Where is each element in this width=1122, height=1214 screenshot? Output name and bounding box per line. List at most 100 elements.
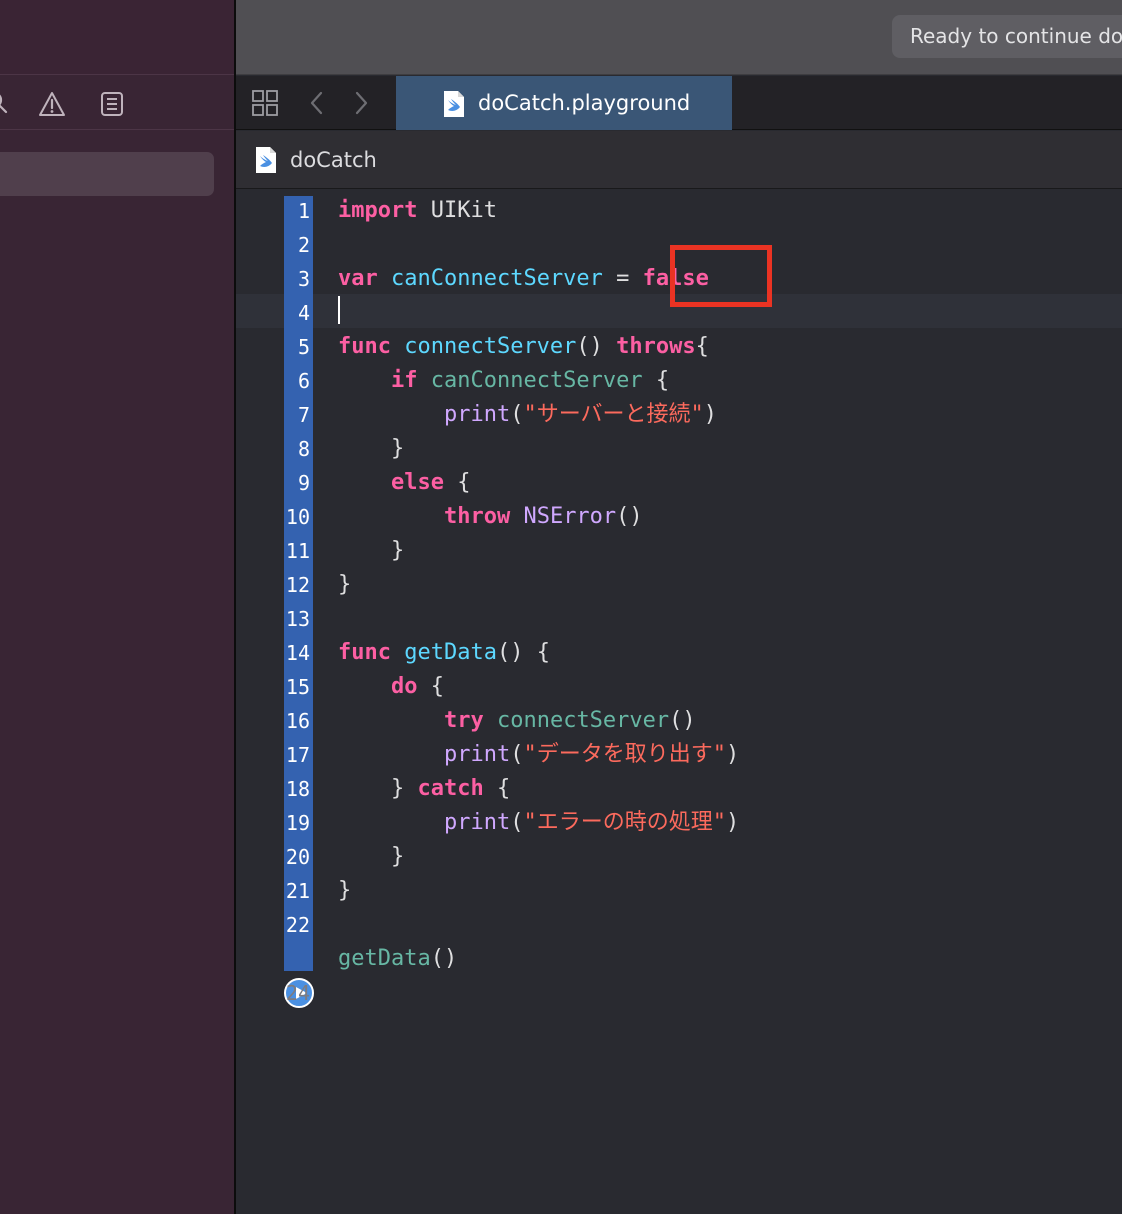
line-number: 3 (297, 267, 310, 291)
line-number: 2 (297, 233, 310, 257)
code-line: } (338, 432, 404, 466)
code-token: } (338, 436, 405, 461)
code-token: () (616, 504, 643, 529)
code-token: else (390, 470, 444, 495)
code-token: do (390, 674, 418, 699)
code-token: = (602, 266, 643, 291)
code-token: print (443, 402, 511, 427)
code-token: throws (616, 334, 696, 359)
code-token: try (443, 708, 484, 733)
code-token: } (338, 776, 418, 801)
chevron-right-icon[interactable] (346, 88, 376, 118)
code-token: { (695, 334, 709, 359)
code-line: else { (338, 466, 470, 500)
code-line: do { (338, 670, 444, 704)
code-line: print("データを取り出す") (338, 738, 739, 772)
line-number: 12 (285, 573, 310, 597)
annotation-highlight-box (670, 245, 772, 307)
tab-bar: doCatch.playground (236, 76, 1122, 130)
code-token: connectServer (404, 334, 577, 359)
code-token: } (338, 878, 352, 903)
line-number: 1 (297, 199, 310, 223)
code-token: "データを取り出す" (523, 742, 726, 767)
line-number: 22 (285, 913, 310, 937)
list-icon[interactable] (98, 90, 126, 118)
code-token: catch (417, 776, 484, 801)
code-line: func getData() { (338, 636, 550, 670)
grid-icon[interactable] (250, 88, 280, 118)
line-number: 7 (297, 403, 310, 427)
tab-docatch-playground[interactable]: doCatch.playground (396, 76, 732, 130)
code-line: } (338, 874, 351, 908)
code-line: import UIKit (338, 194, 497, 228)
search-icon[interactable] (0, 90, 12, 118)
line-number: 17 (285, 743, 310, 767)
code-token: UIKit (417, 198, 497, 223)
tab-label: doCatch.playground (478, 91, 691, 115)
navigator-selector-bar (0, 76, 234, 130)
chevron-left-icon[interactable] (302, 88, 332, 118)
jump-bar-file[interactable]: doCatch (290, 131, 377, 189)
code-token: } (338, 844, 405, 869)
line-number: 19 (285, 811, 310, 835)
code-line: print("エラーの時の処理") (338, 806, 739, 840)
line-number: 20 (285, 845, 310, 869)
code-token: () (576, 334, 617, 359)
code-line: throw NSError() (338, 500, 643, 534)
line-number: 18 (285, 777, 310, 801)
warning-icon[interactable] (38, 90, 66, 118)
code-token: } (338, 538, 405, 563)
code-token: func (338, 640, 391, 665)
line-number: 15 (285, 675, 310, 699)
swift-file-icon (256, 147, 276, 173)
code-line: getData() (338, 942, 457, 976)
code-token: print (443, 742, 511, 767)
text-cursor (338, 296, 340, 324)
line-number: 24 (285, 981, 310, 1005)
code-token: getData (338, 946, 431, 971)
line-number: 21 (285, 879, 310, 903)
code-token: () (669, 708, 696, 733)
jump-bar: doCatch (236, 131, 1122, 189)
code-token: ) (725, 742, 740, 767)
code-token: canConnectServer (430, 368, 643, 393)
navigator-sidebar (0, 0, 234, 1214)
line-number: 13 (285, 607, 310, 631)
line-number: 11 (285, 539, 310, 563)
code-token: ( (510, 402, 524, 427)
line-number: 5 (297, 335, 310, 359)
sidebar-titlebar (0, 0, 234, 75)
line-number: 6 (297, 369, 310, 393)
code-token: } (338, 572, 352, 597)
code-line: } (338, 568, 351, 602)
sidebar-selected-item[interactable] (0, 152, 214, 196)
code-token: { (642, 368, 670, 393)
code-token: var (338, 266, 378, 291)
code-token: ) (725, 810, 740, 835)
code-token: if (390, 368, 418, 393)
swift-file-icon (444, 91, 464, 117)
code-token: ( (510, 742, 524, 767)
source-editor[interactable]: 1 import UIKit 2 3 var canConnectServer = fa… (236, 190, 1122, 1214)
code-token: NSError (523, 504, 617, 529)
code-token: ( (510, 810, 524, 835)
code-token: ) (703, 402, 717, 427)
code-token: getData (404, 640, 497, 665)
line-number: 16 (285, 709, 310, 733)
code-token: "エラーの時の処理" (523, 810, 726, 835)
code-token: print (443, 810, 511, 835)
code-line: print("サーバーと接続") (338, 398, 717, 432)
code-token: func (338, 334, 391, 359)
